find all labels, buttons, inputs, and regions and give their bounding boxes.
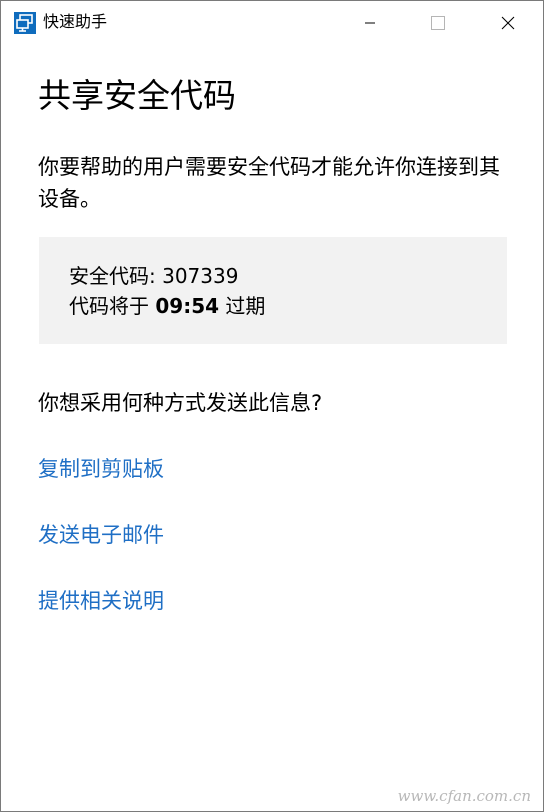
watermark: www.cfan.com.cn: [397, 787, 531, 805]
minimize-icon: [364, 17, 376, 29]
expiry-line: 代码将于 09:54 过期: [69, 291, 265, 321]
security-code-label: 安全代码:: [69, 264, 156, 288]
close-button[interactable]: [479, 1, 537, 45]
security-code-line: 安全代码: 307339: [69, 261, 238, 291]
security-code-value: 307339: [162, 264, 239, 288]
copy-to-clipboard-link[interactable]: 复制到剪贴板: [38, 453, 164, 485]
remote-screen-icon: [14, 12, 36, 34]
expiry-suffix: 过期: [225, 294, 266, 318]
share-method-question: 你想采用何种方式发送此信息?: [38, 391, 323, 415]
provide-instructions-link[interactable]: 提供相关说明: [38, 585, 164, 617]
security-code-panel: 安全代码: 307339 代码将于 09:54 过期: [39, 237, 507, 344]
maximize-icon: [431, 16, 445, 30]
page-title: 共享安全代码: [38, 76, 236, 115]
quick-assist-window: 快速助手 共享安全代码 你要帮助的用户需要安全代码才能允许你连接到其设备。 安全…: [0, 0, 544, 812]
title-bar[interactable]: 快速助手: [1, 1, 543, 45]
expiry-prefix: 代码将于: [69, 294, 149, 318]
minimize-button[interactable]: [341, 1, 399, 45]
expiry-time: 09:54: [155, 294, 220, 318]
instruction-text: 你要帮助的用户需要安全代码才能允许你连接到其设备。: [38, 155, 500, 211]
window-title: 快速助手: [43, 12, 108, 31]
send-email-link[interactable]: 发送电子邮件: [38, 519, 164, 551]
close-icon: [501, 16, 515, 30]
maximize-button[interactable]: [409, 1, 467, 45]
